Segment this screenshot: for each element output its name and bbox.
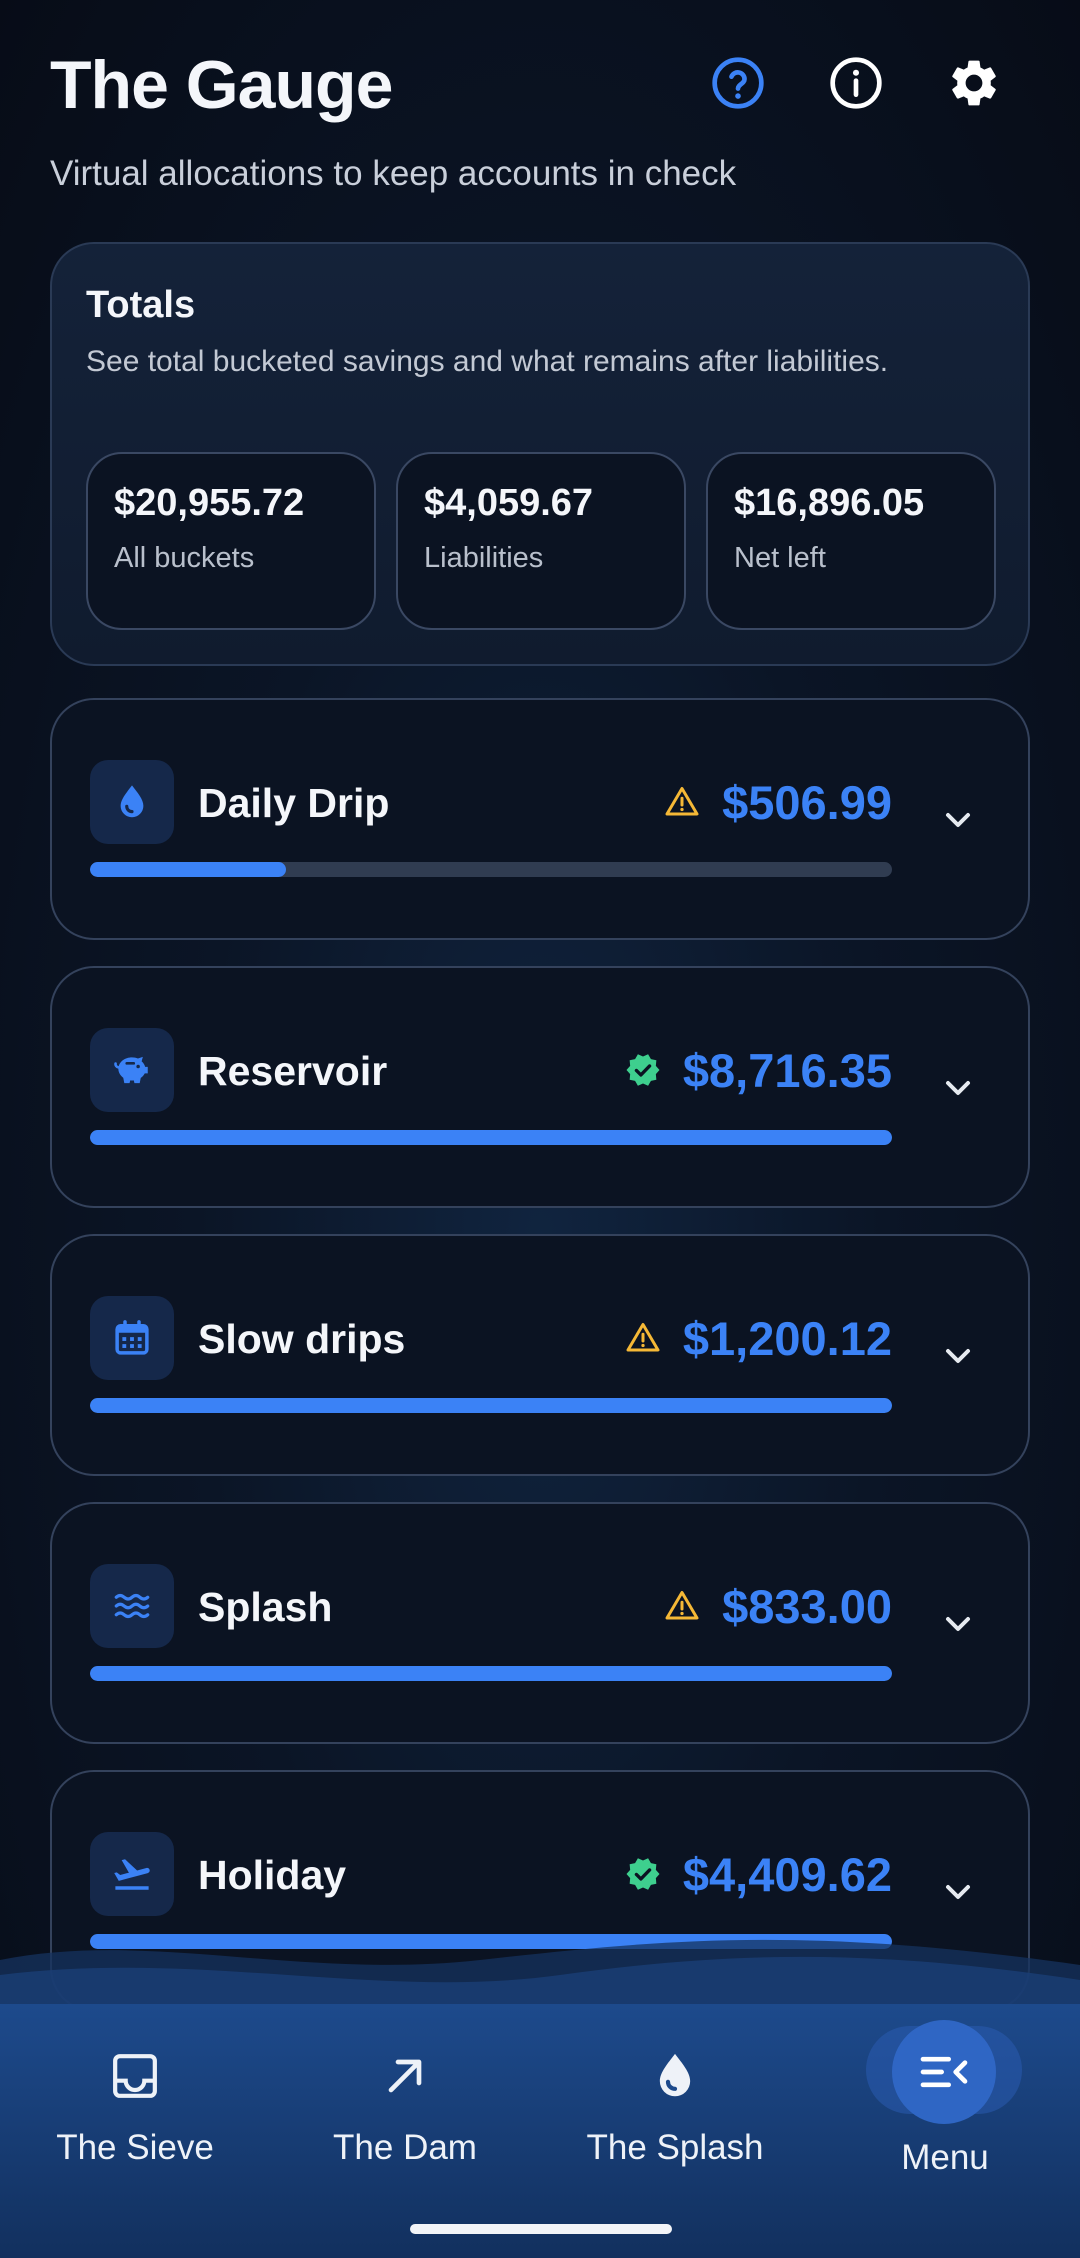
warning-icon bbox=[664, 784, 700, 820]
bucket-card-slow-drips[interactable]: Slow drips $1,200.12 bbox=[50, 1234, 1030, 1476]
menu-button[interactable] bbox=[892, 2020, 996, 2124]
totals-card: Totals See total bucketed savings and wh… bbox=[50, 242, 1030, 666]
stat-all-buckets: $20,955.72 All buckets bbox=[86, 452, 376, 630]
bucket-card-reservoir[interactable]: Reservoir $8,716.35 bbox=[50, 966, 1030, 1208]
bucket-name: Splash bbox=[198, 1584, 333, 1630]
bucket-amount: $1,200.12 bbox=[682, 1311, 892, 1365]
stat-value: $4,059.67 bbox=[424, 482, 594, 524]
bucket-amount: $4,409.62 bbox=[682, 1847, 892, 1901]
stat-value: $20,955.72 bbox=[114, 482, 305, 524]
bucket-summary: $4,409.62 bbox=[625, 1846, 892, 1902]
bucket-summary: $8,716.35 bbox=[625, 1042, 892, 1098]
page-subtitle: Virtual allocations to keep accounts in … bbox=[50, 154, 737, 193]
warning-icon bbox=[625, 1320, 661, 1356]
waves-icon bbox=[90, 1564, 174, 1648]
stat-liabilities: $4,059.67 Liabilities bbox=[396, 452, 686, 630]
settings-icon[interactable] bbox=[946, 55, 1002, 111]
bucket-progress-track bbox=[90, 1130, 892, 1145]
nav-item-the-dam[interactable]: The Dam bbox=[270, 2004, 540, 2258]
bucket-name: Holiday bbox=[198, 1852, 347, 1898]
nav-label: The Sieve bbox=[56, 2128, 214, 2167]
inbox-icon bbox=[107, 2048, 163, 2104]
verified-icon bbox=[625, 1052, 661, 1088]
nav-label: The Splash bbox=[586, 2128, 764, 2167]
bucket-progress-track bbox=[90, 862, 892, 877]
chevron-down-icon[interactable] bbox=[938, 1068, 978, 1108]
bucket-amount: $8,716.35 bbox=[682, 1043, 892, 1097]
stat-label: Net left bbox=[734, 542, 826, 574]
bucket-progress-track bbox=[90, 1398, 892, 1413]
chevron-down-icon[interactable] bbox=[938, 1872, 978, 1912]
bucket-name: Slow drips bbox=[198, 1316, 406, 1362]
chevron-down-icon[interactable] bbox=[938, 1336, 978, 1376]
home-indicator bbox=[410, 2224, 672, 2234]
piggy-bank-icon bbox=[90, 1028, 174, 1112]
verified-icon bbox=[625, 1856, 661, 1892]
wave-decoration bbox=[0, 1939, 1080, 2010]
bucket-progress-fill bbox=[90, 1398, 892, 1413]
info-icon[interactable] bbox=[828, 55, 884, 111]
app-header: The Gauge Virtual allocations to keep ac… bbox=[50, 40, 1030, 193]
nav-item-the-sieve[interactable]: The Sieve bbox=[0, 2004, 270, 2258]
totals-title: Totals bbox=[86, 284, 196, 326]
bucket-name: Reservoir bbox=[198, 1048, 388, 1094]
bucket-card-splash[interactable]: Splash $833.00 bbox=[50, 1502, 1030, 1744]
warning-icon bbox=[664, 1588, 700, 1624]
bucket-progress-fill bbox=[90, 1130, 892, 1145]
bucket-progress-fill bbox=[90, 1666, 892, 1681]
flight-icon bbox=[90, 1832, 174, 1916]
menu-label: Menu bbox=[901, 2138, 989, 2177]
menu-open-icon bbox=[920, 2056, 968, 2088]
stat-label: Liabilities bbox=[424, 542, 544, 574]
nav-label: The Dam bbox=[333, 2128, 477, 2167]
calendar-icon bbox=[90, 1296, 174, 1380]
chevron-down-icon[interactable] bbox=[938, 1604, 978, 1644]
bucket-progress-fill bbox=[90, 862, 287, 877]
chevron-down-icon[interactable] bbox=[938, 800, 978, 840]
page-title: The Gauge bbox=[50, 47, 393, 123]
drop-icon bbox=[647, 2048, 703, 2104]
bucket-amount: $506.99 bbox=[722, 775, 892, 829]
arrow-up-right-icon bbox=[377, 2048, 433, 2104]
bucket-summary: $833.00 bbox=[664, 1578, 892, 1634]
stat-label: All buckets bbox=[114, 542, 255, 574]
nav-item-the-splash[interactable]: The Splash bbox=[540, 2004, 810, 2258]
stat-value: $16,896.05 bbox=[734, 482, 925, 524]
stat-net-left: $16,896.05 Net left bbox=[706, 452, 996, 630]
bucket-amount: $833.00 bbox=[722, 1579, 892, 1633]
drop-icon bbox=[90, 760, 174, 844]
totals-description: See total bucketed savings and what rema… bbox=[86, 345, 889, 378]
bucket-summary: $506.99 bbox=[664, 774, 892, 830]
bucket-name: Daily Drip bbox=[198, 780, 390, 826]
bucket-card-daily-drip[interactable]: Daily Drip $506.99 bbox=[50, 698, 1030, 940]
help-icon[interactable] bbox=[710, 55, 766, 111]
bucket-summary: $1,200.12 bbox=[625, 1310, 892, 1366]
bucket-progress-track bbox=[90, 1666, 892, 1681]
